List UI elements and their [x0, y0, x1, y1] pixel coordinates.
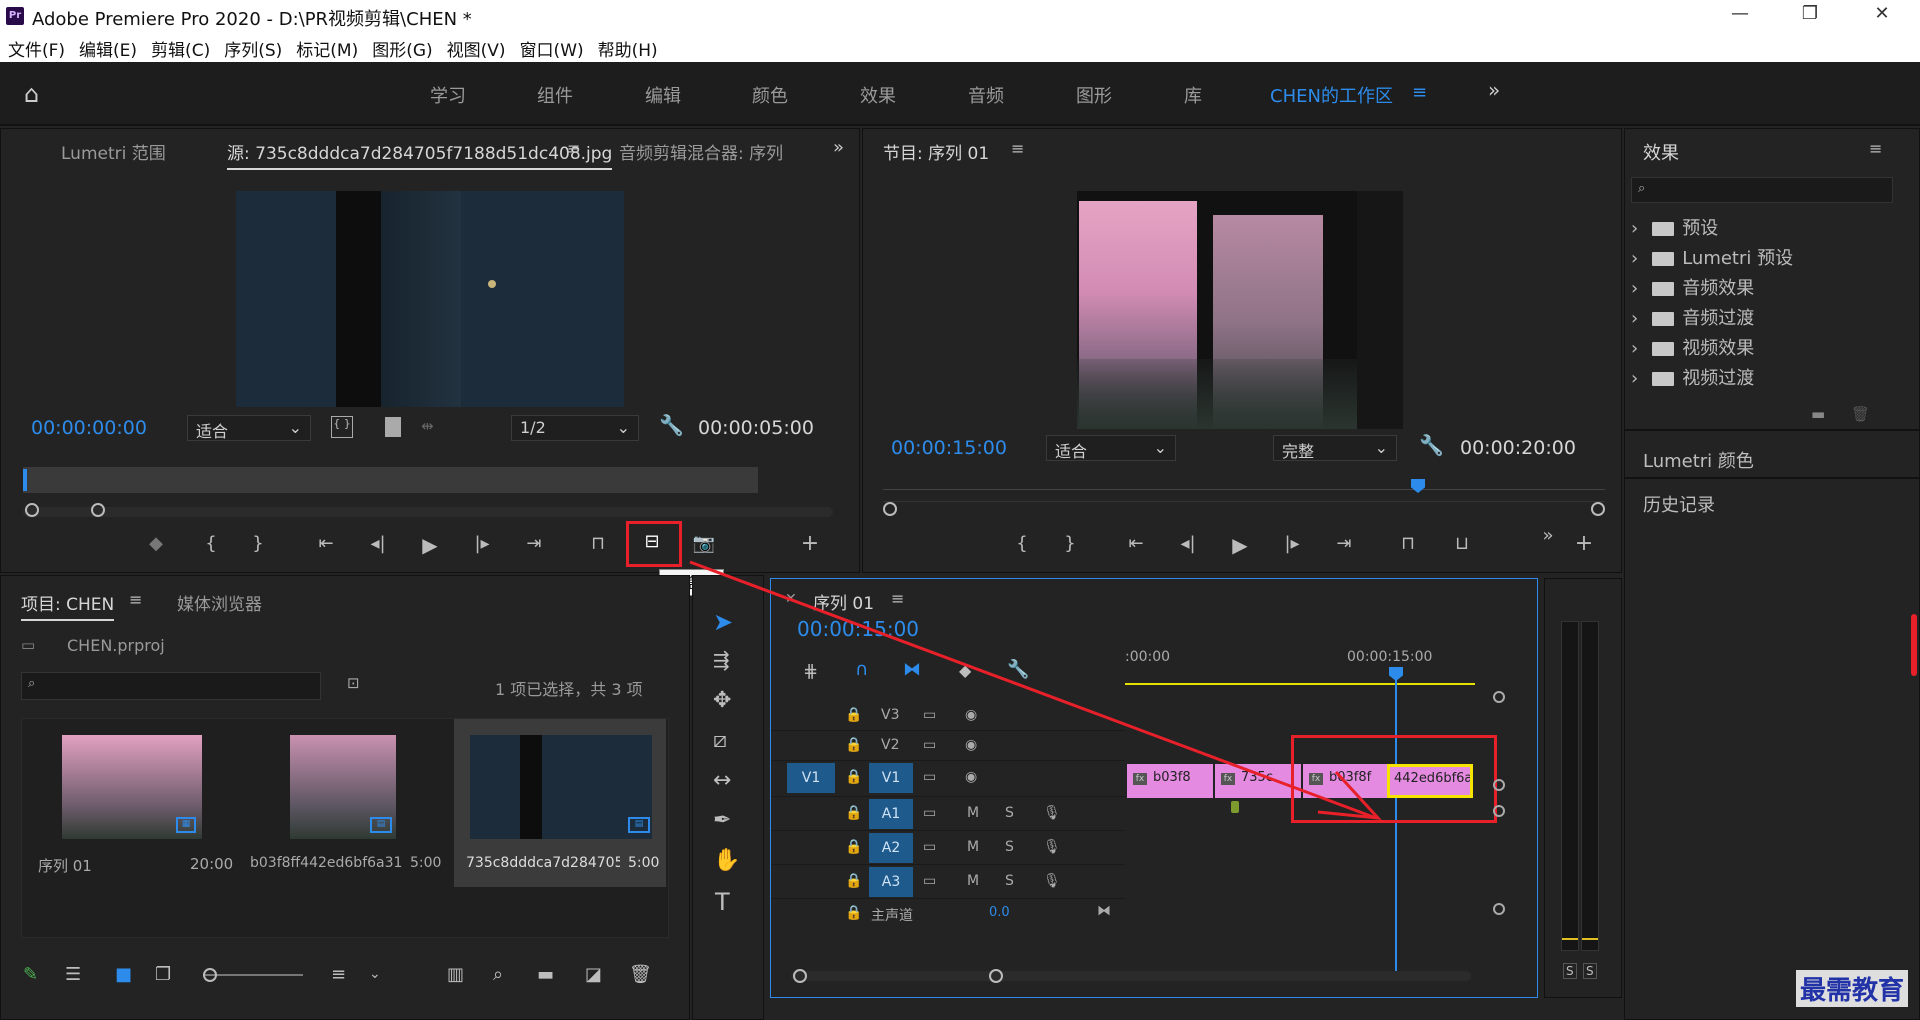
arrow-head [1317, 770, 1382, 820]
watermark: 最需教育 [1796, 970, 1909, 1007]
annotation-arrow [689, 560, 1382, 820]
arrow-line [689, 560, 1377, 820]
